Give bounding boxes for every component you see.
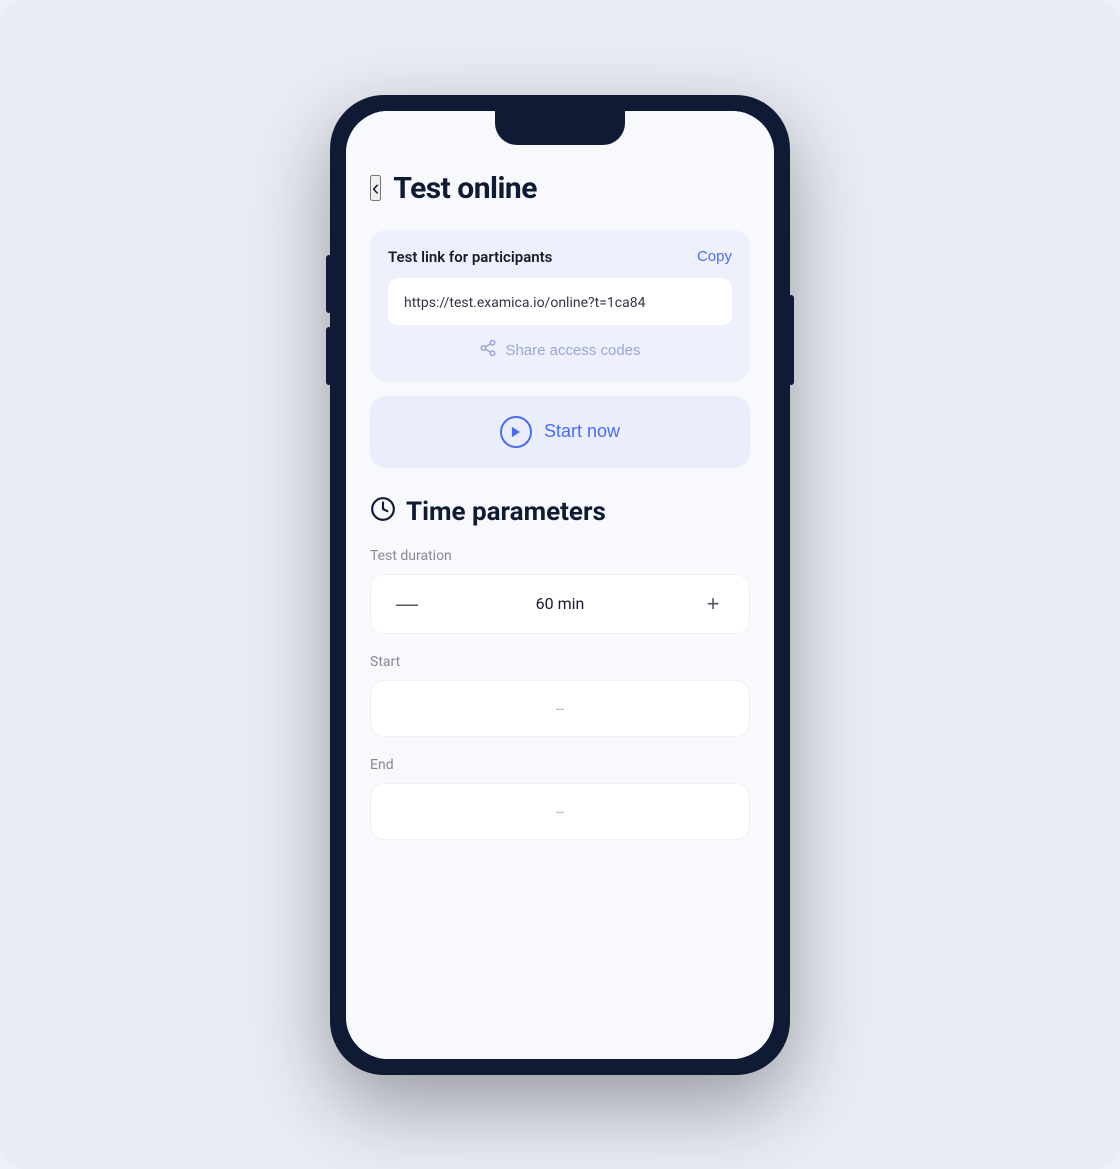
clock-icon xyxy=(370,496,396,528)
start-now-button[interactable]: Start now xyxy=(370,396,750,468)
power-button xyxy=(789,295,794,385)
volume-down-button xyxy=(326,327,331,385)
phone-screen: ‹ Test online Test link for participants… xyxy=(346,111,774,1059)
url-text: https://test.examica.io/online?t=1ca84 xyxy=(404,295,645,311)
start-now-label: Start now xyxy=(544,421,620,442)
card-header: Test link for participants Copy xyxy=(388,248,732,266)
notch xyxy=(495,111,625,145)
end-label: End xyxy=(370,757,750,773)
share-codes-label: Share access codes xyxy=(505,342,640,359)
start-placeholder: -- xyxy=(556,699,565,718)
header: ‹ Test online xyxy=(370,163,750,206)
back-button[interactable]: ‹ xyxy=(370,175,381,201)
decrement-button[interactable]: — xyxy=(391,593,423,615)
end-section: End -- xyxy=(370,757,750,840)
page-title: Test online xyxy=(393,171,537,206)
url-box: https://test.examica.io/online?t=1ca84 xyxy=(388,278,732,325)
volume-up-button xyxy=(326,255,331,313)
share-codes-button[interactable]: Share access codes xyxy=(388,339,732,362)
section-header: Time parameters xyxy=(370,496,750,528)
screen-content: ‹ Test online Test link for participants… xyxy=(346,111,774,1059)
end-placeholder: -- xyxy=(556,802,565,821)
time-parameters-section: Time parameters Test duration — 60 min +… xyxy=(370,496,750,840)
card-label: Test link for participants xyxy=(388,248,552,266)
increment-button[interactable]: + xyxy=(697,593,729,615)
end-date-box[interactable]: -- xyxy=(370,783,750,840)
share-icon xyxy=(479,339,497,362)
copy-button[interactable]: Copy xyxy=(697,248,732,265)
play-icon xyxy=(500,416,532,448)
phone-frame: ‹ Test online Test link for participants… xyxy=(330,95,790,1075)
duration-value: 60 min xyxy=(536,594,585,613)
section-title: Time parameters xyxy=(406,497,606,527)
start-date-box[interactable]: -- xyxy=(370,680,750,737)
test-link-card: Test link for participants Copy https://… xyxy=(370,230,750,382)
back-icon: ‹ xyxy=(372,175,379,200)
start-label: Start xyxy=(370,654,750,670)
page-wrapper: ‹ Test online Test link for participants… xyxy=(0,0,1120,1169)
test-duration-label: Test duration xyxy=(370,548,750,564)
duration-stepper: — 60 min + xyxy=(370,574,750,634)
